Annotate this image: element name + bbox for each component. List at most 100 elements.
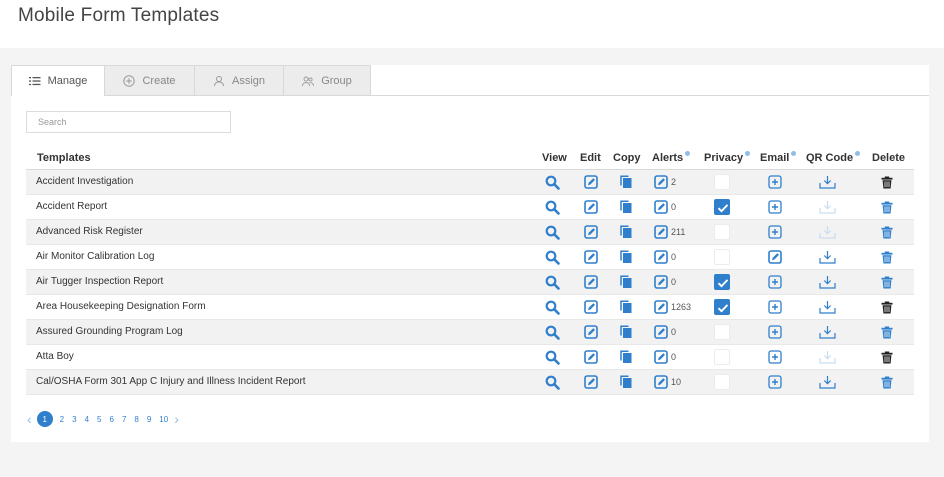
template-name[interactable]: Cal/OSHA Form 301 App C Injury and Illne… xyxy=(36,370,306,394)
view-search-icon[interactable] xyxy=(545,270,560,294)
page-link[interactable]: 6 xyxy=(109,415,113,424)
page-link[interactable]: 1 xyxy=(36,411,53,427)
alerts-edit-icon[interactable]: 0 xyxy=(654,245,676,269)
tab-manage[interactable]: Manage xyxy=(11,65,105,96)
view-search-icon[interactable] xyxy=(545,195,560,219)
template-name[interactable]: Accident Report xyxy=(36,195,107,219)
page-link[interactable]: 10 xyxy=(159,415,168,424)
edit-icon[interactable] xyxy=(584,370,598,394)
copy-icon[interactable] xyxy=(619,320,633,344)
column-templates[interactable]: Templates xyxy=(37,152,91,164)
privacy-checkbox[interactable] xyxy=(714,349,730,365)
info-icon[interactable] xyxy=(855,151,861,156)
email-add-icon[interactable] xyxy=(768,270,782,294)
page-link[interactable]: 9 xyxy=(147,415,151,424)
delete-trash-icon[interactable] xyxy=(881,320,893,344)
email-add-icon[interactable] xyxy=(768,170,782,194)
copy-icon[interactable] xyxy=(619,270,633,294)
delete-trash-icon[interactable] xyxy=(881,270,893,294)
email-add-icon[interactable] xyxy=(768,370,782,394)
alerts-edit-icon[interactable]: 0 xyxy=(654,195,676,219)
template-name[interactable]: Atta Boy xyxy=(36,345,74,369)
page-link[interactable]: 2 xyxy=(60,415,64,424)
email-add-icon[interactable] xyxy=(768,295,782,319)
email-add-icon[interactable] xyxy=(768,345,782,369)
edit-icon[interactable] xyxy=(584,270,598,294)
qr-download-icon[interactable] xyxy=(819,270,836,294)
info-icon[interactable] xyxy=(745,151,751,156)
prev-page-icon[interactable]: ‹ xyxy=(27,411,32,427)
qr-download-icon[interactable] xyxy=(819,345,836,369)
delete-trash-icon[interactable] xyxy=(881,245,893,269)
page-link[interactable]: 5 xyxy=(97,415,101,424)
email-add-icon[interactable] xyxy=(768,195,782,219)
info-icon[interactable] xyxy=(791,151,797,156)
privacy-checkbox[interactable] xyxy=(714,274,730,290)
qr-download-icon[interactable] xyxy=(819,295,836,319)
alerts-edit-icon[interactable]: 211 xyxy=(654,220,685,244)
alerts-edit-icon[interactable]: 1263 xyxy=(654,295,691,319)
privacy-checkbox[interactable] xyxy=(714,299,730,315)
view-search-icon[interactable] xyxy=(545,170,560,194)
edit-icon[interactable] xyxy=(584,295,598,319)
privacy-checkbox[interactable] xyxy=(714,249,730,265)
edit-icon[interactable] xyxy=(584,195,598,219)
tab-create[interactable]: Create xyxy=(104,65,195,95)
template-name[interactable]: Advanced Risk Register xyxy=(36,220,143,244)
privacy-checkbox[interactable] xyxy=(714,199,730,215)
view-search-icon[interactable] xyxy=(545,345,560,369)
template-name[interactable]: Accident Investigation xyxy=(36,170,133,194)
privacy-checkbox[interactable] xyxy=(714,224,730,240)
delete-trash-icon[interactable] xyxy=(881,195,893,219)
email-add-icon[interactable] xyxy=(768,320,782,344)
template-name[interactable]: Area Housekeeping Designation Form xyxy=(36,295,206,319)
edit-icon[interactable] xyxy=(584,345,598,369)
page-link[interactable]: 3 xyxy=(72,415,76,424)
qr-download-icon[interactable] xyxy=(819,320,836,344)
qr-download-icon[interactable] xyxy=(819,195,836,219)
delete-trash-icon[interactable] xyxy=(881,370,893,394)
delete-trash-icon[interactable] xyxy=(881,295,893,319)
view-search-icon[interactable] xyxy=(545,220,560,244)
page-link[interactable]: 8 xyxy=(134,415,138,424)
page-link[interactable]: 7 xyxy=(122,415,126,424)
template-name[interactable]: Assured Grounding Program Log xyxy=(36,320,183,344)
delete-trash-icon[interactable] xyxy=(881,170,893,194)
view-search-icon[interactable] xyxy=(545,320,560,344)
view-search-icon[interactable] xyxy=(545,370,560,394)
next-page-icon[interactable]: › xyxy=(174,411,179,427)
tab-group[interactable]: Group xyxy=(283,65,371,95)
alerts-edit-icon[interactable]: 2 xyxy=(654,170,676,194)
email-add-icon[interactable] xyxy=(768,220,782,244)
privacy-checkbox[interactable] xyxy=(714,374,730,390)
delete-trash-icon[interactable] xyxy=(881,220,893,244)
delete-trash-icon[interactable] xyxy=(881,345,893,369)
info-icon[interactable] xyxy=(685,151,691,156)
edit-icon[interactable] xyxy=(584,320,598,344)
alerts-edit-icon[interactable]: 0 xyxy=(654,345,676,369)
edit-icon[interactable] xyxy=(584,220,598,244)
copy-icon[interactable] xyxy=(619,170,633,194)
copy-icon[interactable] xyxy=(619,345,633,369)
copy-icon[interactable] xyxy=(619,370,633,394)
edit-icon[interactable] xyxy=(584,245,598,269)
search-input[interactable] xyxy=(26,111,231,133)
email-edit-icon[interactable] xyxy=(768,245,782,269)
alerts-edit-icon[interactable]: 10 xyxy=(654,370,681,394)
copy-icon[interactable] xyxy=(619,295,633,319)
template-name[interactable]: Air Tugger Inspection Report xyxy=(36,270,163,294)
qr-download-icon[interactable] xyxy=(819,245,836,269)
qr-download-icon[interactable] xyxy=(819,170,836,194)
view-search-icon[interactable] xyxy=(545,295,560,319)
alerts-edit-icon[interactable]: 0 xyxy=(654,270,676,294)
privacy-checkbox[interactable] xyxy=(714,324,730,340)
copy-icon[interactable] xyxy=(619,220,633,244)
page-link[interactable]: 4 xyxy=(85,415,89,424)
qr-download-icon[interactable] xyxy=(819,220,836,244)
copy-icon[interactable] xyxy=(619,245,633,269)
qr-download-icon[interactable] xyxy=(819,370,836,394)
copy-icon[interactable] xyxy=(619,195,633,219)
alerts-edit-icon[interactable]: 0 xyxy=(654,320,676,344)
edit-icon[interactable] xyxy=(584,170,598,194)
template-name[interactable]: Air Monitor Calibration Log xyxy=(36,245,154,269)
